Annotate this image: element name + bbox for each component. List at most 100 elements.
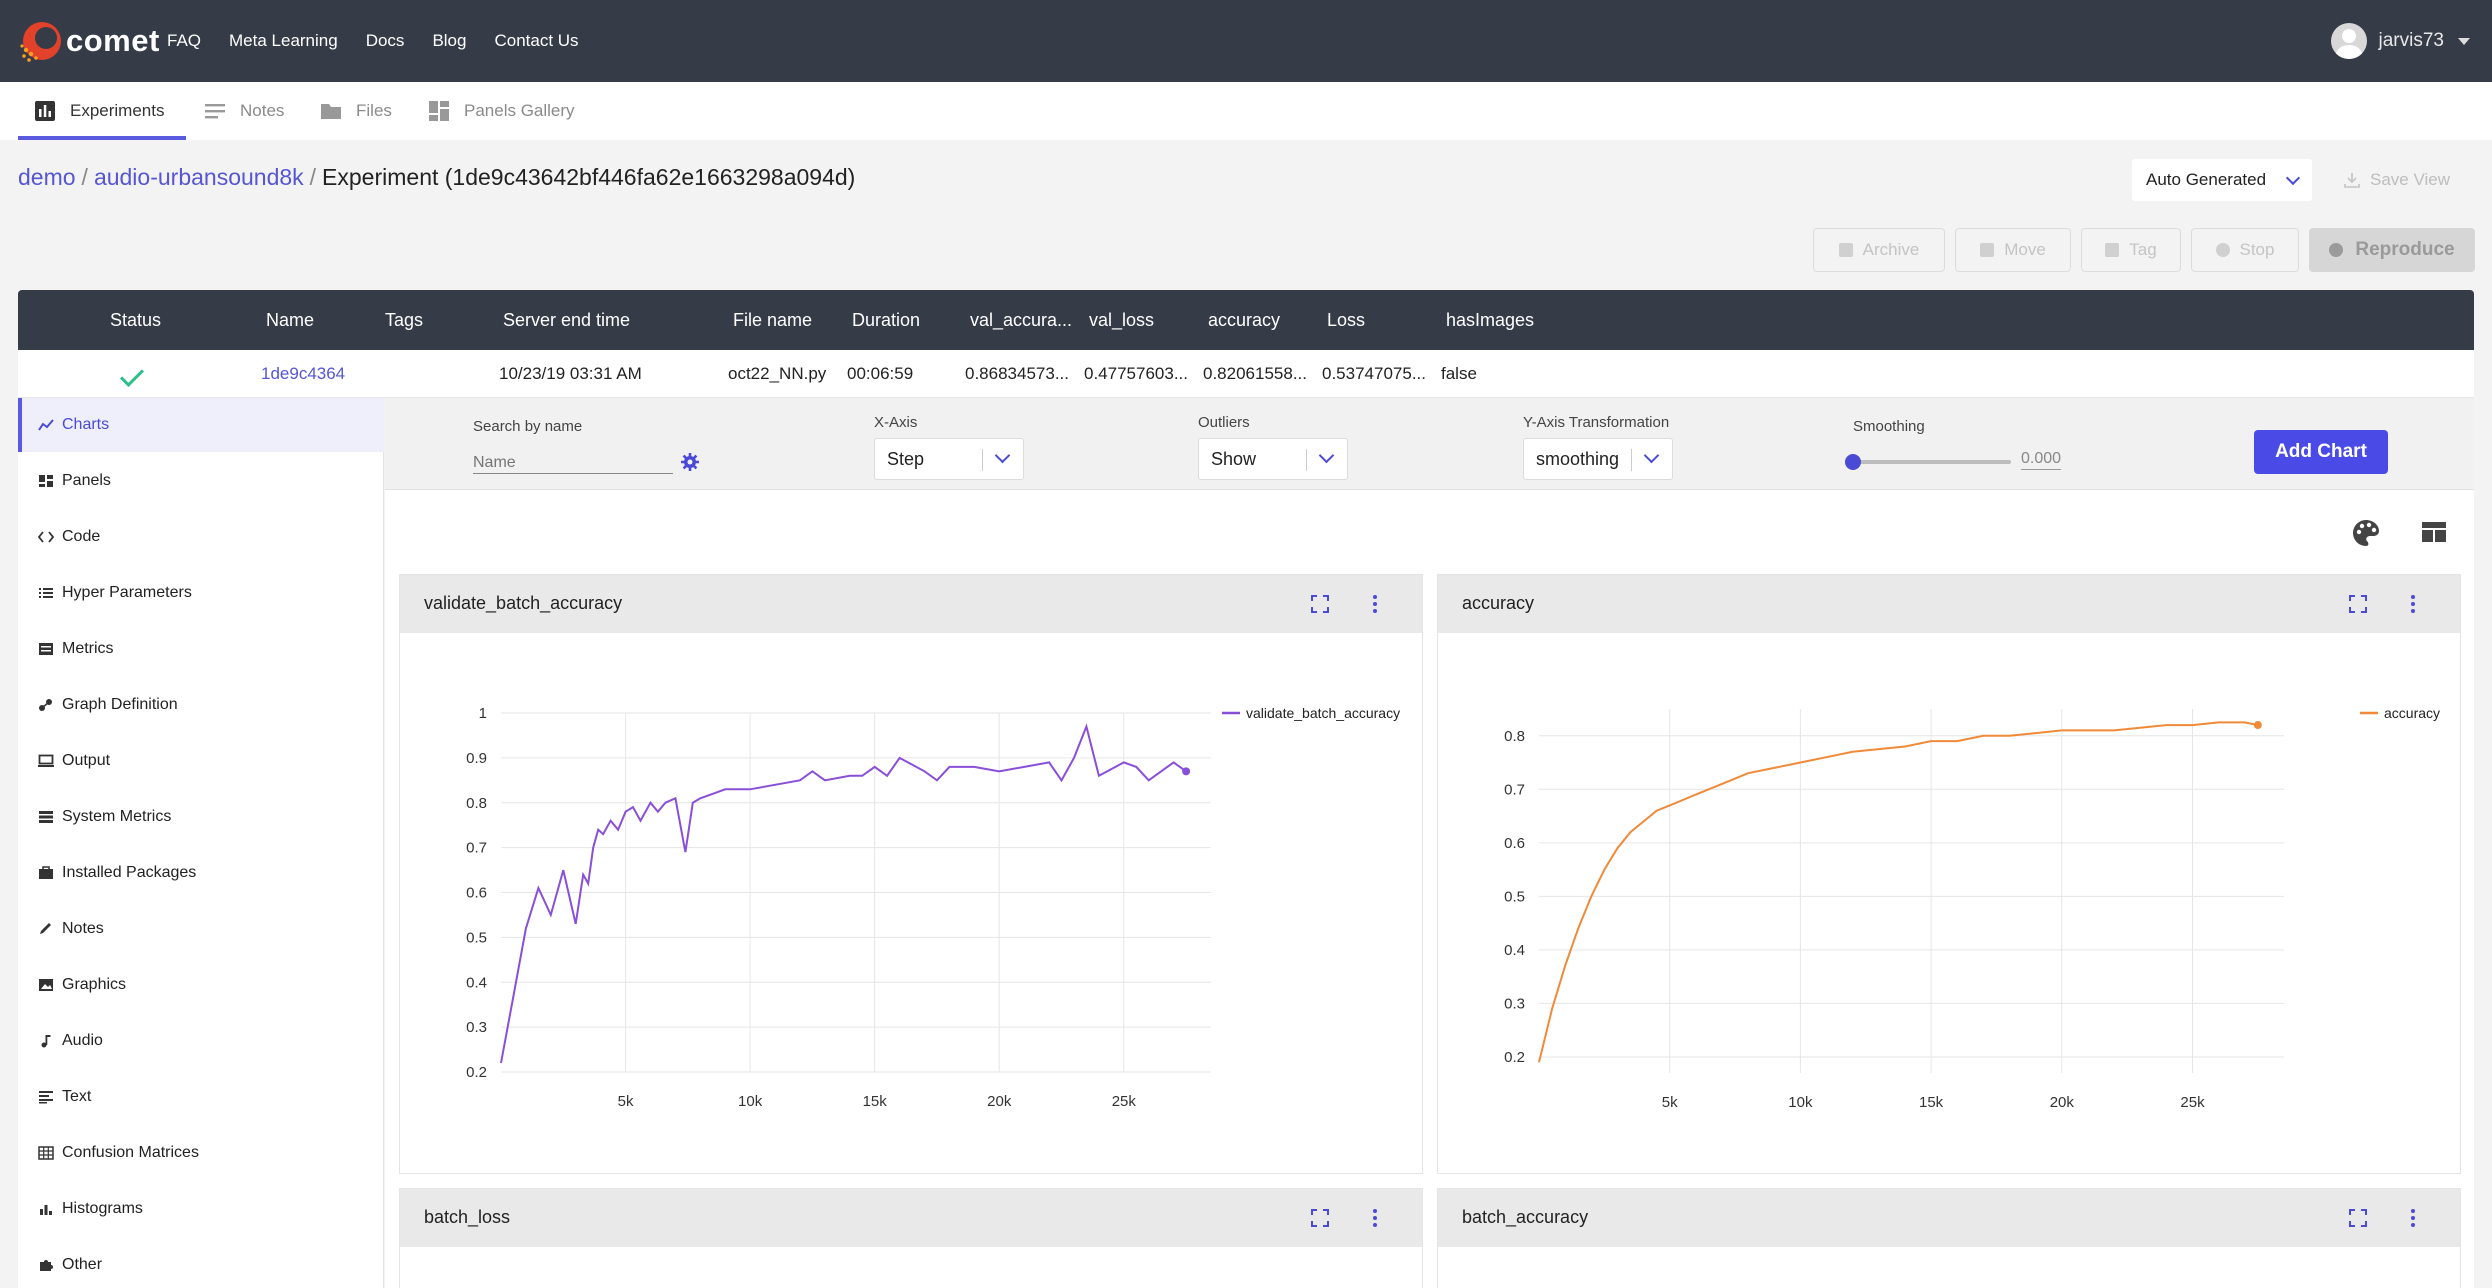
col-name[interactable]: Name [266,310,314,331]
col-status[interactable]: Status [110,310,161,331]
sidebar-item-hyper-parameters[interactable]: Hyper Parameters [18,566,384,620]
y-tick-label: 0.9 [466,750,487,767]
sidebar-item-other[interactable]: Other [18,1238,384,1288]
stop-button[interactable]: Stop [2191,228,2299,272]
sidebar-item-graphics[interactable]: Graphics [18,958,384,1012]
reproduce-button[interactable]: Reproduce [2309,228,2475,272]
sidebar-item-confusion-matrices[interactable]: Confusion Matrices [18,1126,384,1180]
expand-icon[interactable] [1311,1209,1329,1227]
sidebar-item-code[interactable]: Code [18,510,384,564]
outliers-select[interactable]: Show [1198,438,1348,480]
brand-name: comet [66,23,160,58]
tab-experiments[interactable]: Experiments [18,82,186,140]
sidebar-item-text[interactable]: Text [18,1070,384,1124]
sidebar-item-metrics[interactable]: Metrics [18,622,384,676]
sidebar-item-graph-definition[interactable]: Graph Definition [18,678,384,732]
sidebar-item-histograms[interactable]: Histograms [18,1182,384,1236]
sidebar-item-label: Code [62,528,101,545]
xaxis-select[interactable]: Step [874,438,1024,480]
x-tick-label: 5k [618,1093,634,1110]
expand-icon[interactable] [1311,595,1329,613]
col-accuracy[interactable]: accuracy [1208,310,1280,331]
col-loss[interactable]: Loss [1327,310,1365,331]
archive-icon [1838,243,1853,257]
col-file-name[interactable]: File name [733,310,812,331]
grid-icon [38,1146,54,1160]
view-select[interactable]: Auto Generated [2132,159,2312,201]
caret-down-icon [2458,37,2470,45]
x-tick-label: 15k [863,1093,888,1110]
smoothing-slider-thumb[interactable] [1845,454,1861,470]
col-val-loss[interactable]: val_loss [1089,310,1154,331]
col-val-accuracy[interactable]: val_accura... [970,310,1072,331]
sidebar-item-audio[interactable]: Audio [18,1014,384,1068]
series-line [1538,721,2259,1063]
archive-button[interactable]: Archive [1813,228,1945,272]
experiment-name-link[interactable]: 1de9c4364 [261,364,345,384]
tab-panels-gallery[interactable]: Panels Gallery [428,82,575,140]
y-tick-label: 0.6 [1504,835,1525,852]
smoothing-slider-track[interactable] [1851,460,2011,464]
accuracy-chart[interactable]: 0.2 0.3 0.4 0.5 0.6 0.7 0.8 5k 10k 15k 20k 25k accur… [1438,633,2460,1173]
archive-label: Archive [1862,240,1920,259]
move-label: Move [2004,240,2046,259]
table-header: Status Name Tags Server end time File na… [18,290,2474,350]
comet-logo[interactable]: comet [16,12,176,70]
sidebar-item-notes[interactable]: Notes [18,902,384,956]
nav-docs[interactable]: Docs [366,31,405,51]
sidebar-item-charts[interactable]: Charts [18,398,384,452]
cell-file-name: oct22_NN.py [728,364,827,383]
move-button[interactable]: Move [1955,228,2071,272]
sidebar-item-label: Graphics [62,976,127,993]
user-menu[interactable]: jarvis73 [2330,0,2470,82]
layout-icon[interactable] [2421,520,2447,544]
more-vertical-icon[interactable] [2410,594,2416,614]
check-icon [119,362,145,388]
cell-duration: 00:06:59 [847,364,914,383]
tag-button[interactable]: Tag [2081,228,2181,272]
save-view-button[interactable]: Save View [2344,159,2450,201]
nav-meta-learning[interactable]: Meta Learning [229,31,338,51]
sidebar-item-output[interactable]: Output [18,734,384,788]
col-server-end-time[interactable]: Server end time [503,310,630,331]
palette-icon[interactable] [2351,518,2381,548]
search-input[interactable] [473,452,673,474]
bar-chart-icon [35,101,55,121]
tab-files[interactable]: Files [320,82,392,140]
more-vertical-icon[interactable] [1372,594,1378,614]
x-tick-label: 25k [1112,1093,1137,1110]
panel-title: validate_batch_accuracy [424,593,623,613]
sidebar-item-system-metrics[interactable]: System Metrics [18,790,384,844]
graph-icon [39,699,52,711]
gear-icon[interactable] [680,452,700,472]
expand-icon[interactable] [2349,1209,2367,1227]
col-tags[interactable]: Tags [385,310,423,331]
y-axis-transformation-select[interactable]: smoothing [1523,438,1673,480]
expand-icon[interactable] [2349,595,2367,613]
search-label: Search by name [473,418,583,435]
y-tick-label: 0.7 [1504,781,1525,798]
nav-blog[interactable]: Blog [432,31,466,51]
col-has-images[interactable]: hasImages [1446,310,1534,331]
username: jarvis73 [2378,30,2444,51]
nav-faq[interactable]: FAQ [167,31,201,51]
more-vertical-icon[interactable] [1372,1208,1378,1228]
validate-batch-accuracy-chart[interactable]: 0.20.30.40.50.60.70.80.915k 10k 15k 20k 25kv… [400,633,1422,1173]
table-row[interactable]: 1de9c4364 10/23/19 03:31 AM oct22_NN.py … [18,350,2474,398]
tab-notes[interactable]: Notes [204,82,284,140]
sidebar-item-installed-packages[interactable]: Installed Packages [18,846,384,900]
sidebar-item-label: Installed Packages [62,864,197,881]
more-vertical-icon[interactable] [2410,1208,2416,1228]
breadcrumb-separator: / [309,164,317,190]
breadcrumb-project[interactable]: audio-urbansound8k [94,164,304,191]
music-note-icon [41,1035,51,1048]
panel-header: batch_accuracy [1438,1189,2460,1247]
add-chart-button[interactable]: Add Chart [2254,430,2388,474]
breadcrumb-workspace[interactable]: demo [18,164,76,191]
sidebar-item-panels[interactable]: Panels [18,454,384,508]
tab-experiments-label: Experiments [70,101,165,120]
nav-contact-us[interactable]: Contact Us [494,31,578,51]
smoothing-value[interactable]: 0.000 [2021,450,2062,470]
tag-icon [2105,243,2120,257]
col-duration[interactable]: Duration [852,310,920,331]
